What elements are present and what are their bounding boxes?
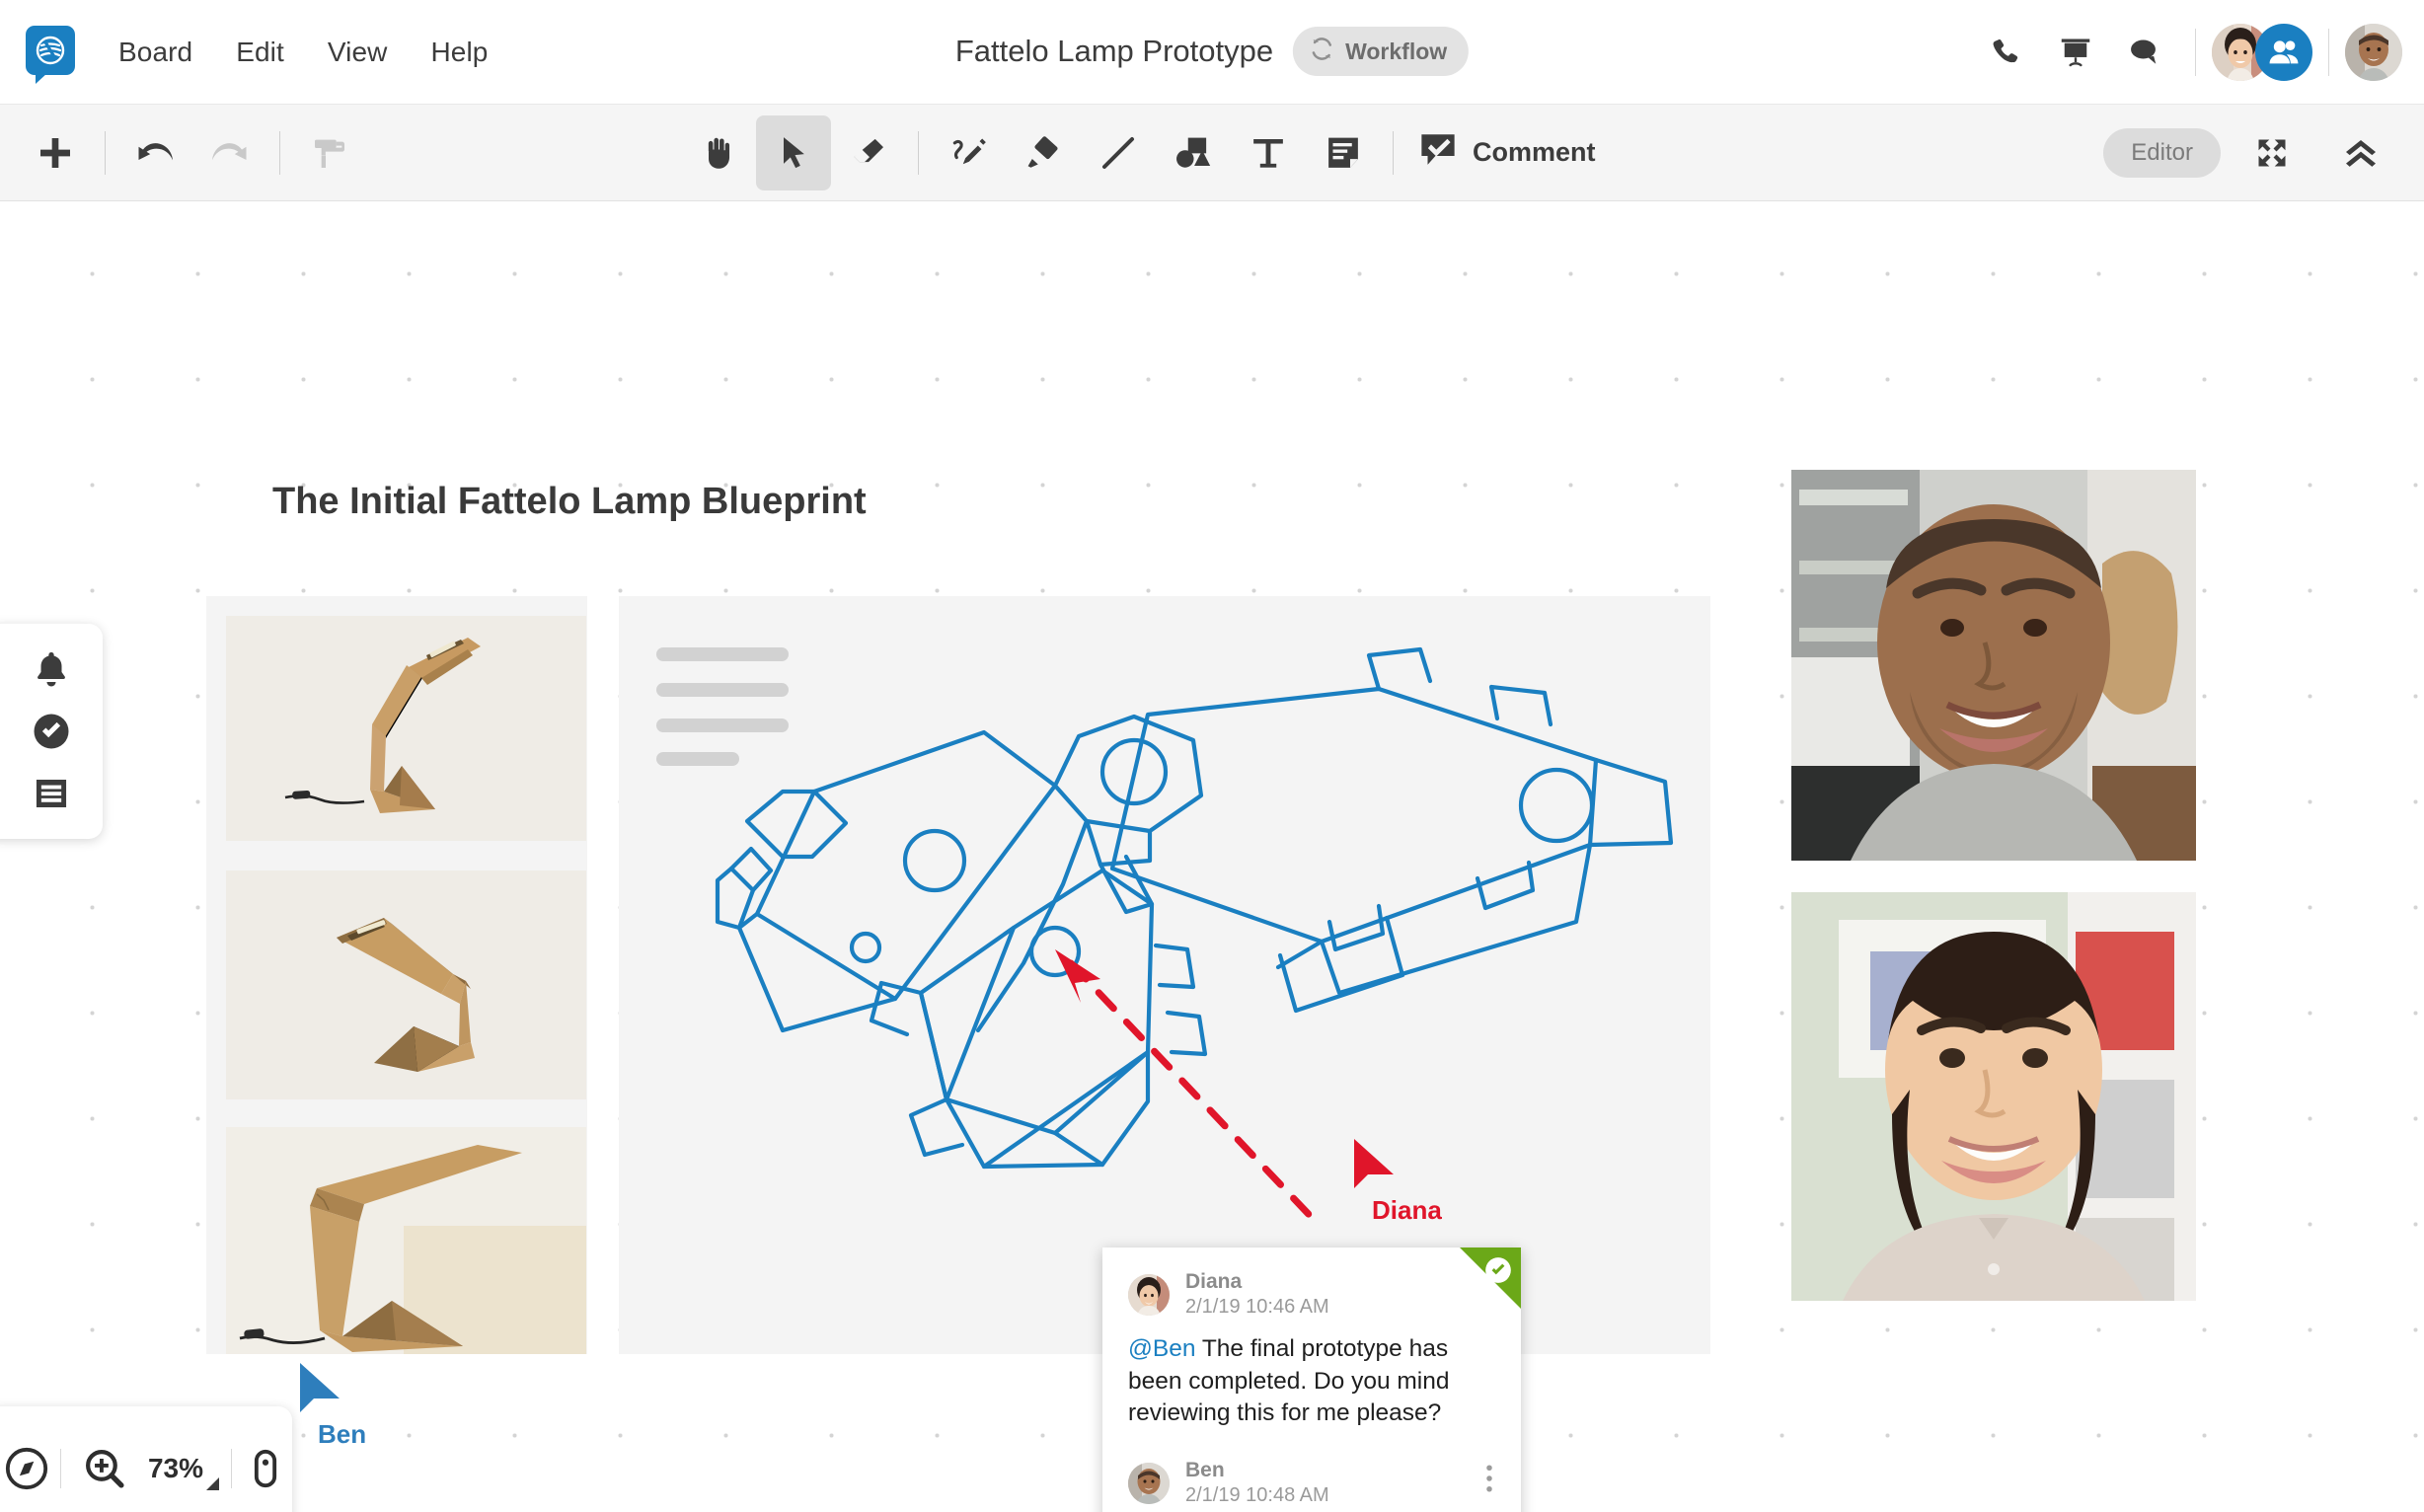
mouse-pointer-device-icon[interactable]	[240, 1433, 292, 1504]
text-icon[interactable]	[1231, 115, 1306, 190]
line-icon[interactable]	[1081, 115, 1156, 190]
more-options-icon[interactable]	[1485, 1464, 1493, 1498]
photo-strip-card[interactable]	[206, 596, 587, 1354]
zoom-level-label: 73%	[147, 1452, 204, 1483]
caret-dropdown-icon[interactable]	[206, 1476, 220, 1490]
divider	[2328, 29, 2329, 76]
comment-author-name: Diana	[1185, 1270, 1243, 1293]
app-logo[interactable]	[26, 25, 79, 84]
pen-icon[interactable]	[931, 115, 1006, 190]
fattelo-lamp-photo-extended[interactable]	[226, 1127, 586, 1354]
divider	[60, 1448, 61, 1488]
fattelo-lamp-photo-angled[interactable]	[226, 870, 586, 1099]
toolbar-left-group	[18, 115, 367, 190]
check-circle-tasks-icon[interactable]	[24, 704, 79, 759]
comment-message-header: Diana 2/1/19 10:46 AM	[1128, 1269, 1495, 1320]
divider	[918, 130, 919, 175]
chat-bubble-icon[interactable]	[2110, 18, 2179, 87]
video-tile-ben[interactable]	[1791, 470, 2196, 861]
zoom-in-magnifier-icon[interactable]	[69, 1433, 140, 1504]
avatar-diana	[1128, 1273, 1170, 1316]
divider	[2195, 29, 2196, 76]
avatar-ben[interactable]	[2345, 24, 2402, 81]
format-painter-icon	[292, 115, 367, 190]
menu-bar: Board Edit View Help Fattelo Lamp Protot…	[0, 0, 2424, 105]
comment-message-header: Ben 2/1/19 10:48 AM	[1128, 1458, 1495, 1508]
hand-pan-icon[interactable]	[681, 115, 756, 190]
presentation-icon[interactable]	[2041, 18, 2110, 87]
annotation-arrow	[1067, 959, 1324, 1230]
menu-item-view[interactable]: View	[328, 37, 388, 68]
stormboard-speech-bubble-logo-icon	[26, 25, 75, 84]
double-chevron-up-icon[interactable]	[2323, 115, 2398, 190]
canvas-heading[interactable]: The Initial Fattelo Lamp Blueprint	[272, 481, 867, 523]
sticky-note-icon[interactable]	[1306, 115, 1381, 190]
zoom-control[interactable]: 73%	[69, 1433, 223, 1504]
comment-thread: Diana 2/1/19 10:46 AM @Ben The final pro…	[1102, 1247, 1521, 1512]
add-icon[interactable]	[18, 115, 93, 190]
workflow-badge[interactable]: Workflow	[1293, 27, 1470, 76]
divider	[279, 130, 280, 175]
divider	[1393, 130, 1394, 175]
cursor-pointer-icon	[300, 1363, 340, 1412]
comment-check-icon	[1417, 129, 1459, 176]
phone-icon[interactable]	[1972, 18, 2041, 87]
zoom-bar: 73%	[0, 1406, 292, 1512]
bell-notifications-icon[interactable]	[24, 642, 79, 697]
fattelo-lamp-photo-upright[interactable]	[226, 616, 586, 841]
fattelo-lamp-cut-pattern-blueprint	[715, 646, 1674, 1230]
avatar-ben	[1128, 1462, 1170, 1504]
list-reports-icon[interactable]	[24, 766, 79, 821]
redo-icon	[192, 115, 267, 190]
menu-list: Board Edit View Help	[118, 37, 488, 68]
workflow-badge-label: Workflow	[1345, 38, 1448, 64]
editor-role-pill[interactable]: Editor	[2103, 127, 2221, 178]
comment-author-name: Ben	[1185, 1458, 1225, 1481]
board-title-block: Fattelo Lamp Prototype Workflow	[955, 27, 1470, 76]
refresh-circular-arrows-icon	[1309, 36, 1335, 67]
expand-fullscreen-icon[interactable]	[2235, 115, 2310, 190]
menu-item-help[interactable]: Help	[430, 37, 488, 68]
cursor-ben: Ben	[296, 1361, 366, 1450]
cursor-select-icon[interactable]	[756, 114, 831, 190]
comment-timestamp: 2/1/19 10:48 AM	[1185, 1484, 1329, 1507]
compass-navigator-icon[interactable]	[0, 1433, 52, 1504]
comment-button-label: Comment	[1473, 137, 1596, 167]
whiteboard-app: Board Edit View Help Fattelo Lamp Protot…	[0, 0, 2424, 1512]
toolbar-right-group: Editor	[2103, 115, 2398, 190]
main-toolbar: Comment Editor	[0, 105, 2424, 201]
menu-item-board[interactable]: Board	[118, 37, 192, 68]
video-tile-diana[interactable]	[1791, 892, 2196, 1301]
highlighter-icon[interactable]	[1006, 115, 1081, 190]
blueprint-card[interactable]	[619, 596, 1710, 1354]
menu-item-edit[interactable]: Edit	[236, 37, 284, 68]
comment-popup[interactable]: Diana 2/1/19 10:46 AM @Ben The final pro…	[1102, 1247, 1521, 1512]
comment-author-meta: Diana 2/1/19 10:46 AM	[1185, 1269, 1329, 1320]
divider	[231, 1448, 232, 1488]
comment-mention[interactable]: @Ben	[1128, 1335, 1195, 1362]
page-title[interactable]: Fattelo Lamp Prototype	[955, 34, 1273, 69]
board-canvas[interactable]: The Initial Fattelo Lamp Blueprint Ben D…	[0, 201, 2424, 1512]
undo-icon[interactable]	[117, 115, 192, 190]
comment-button[interactable]: Comment	[1405, 129, 1608, 176]
cursor-label-diana: Diana	[1372, 1195, 1442, 1225]
divider	[105, 130, 106, 175]
comment-body-1: @Ben The final prototype has been comple…	[1128, 1333, 1495, 1430]
cursor-diana: Diana	[1350, 1137, 1442, 1226]
people-group-icon[interactable]	[2255, 24, 2312, 81]
cursor-pointer-icon	[1354, 1139, 1394, 1188]
eraser-icon[interactable]	[831, 115, 906, 190]
mini-sidebar	[0, 624, 103, 839]
comment-author-meta: Ben 2/1/19 10:48 AM	[1185, 1458, 1329, 1508]
toolbar-center-group: Comment	[681, 114, 1608, 190]
comment-timestamp: 2/1/19 10:46 AM	[1185, 1296, 1329, 1319]
top-right-actions	[1972, 0, 2402, 105]
cursor-label-ben: Ben	[318, 1419, 367, 1449]
shapes-icon[interactable]	[1156, 115, 1231, 190]
